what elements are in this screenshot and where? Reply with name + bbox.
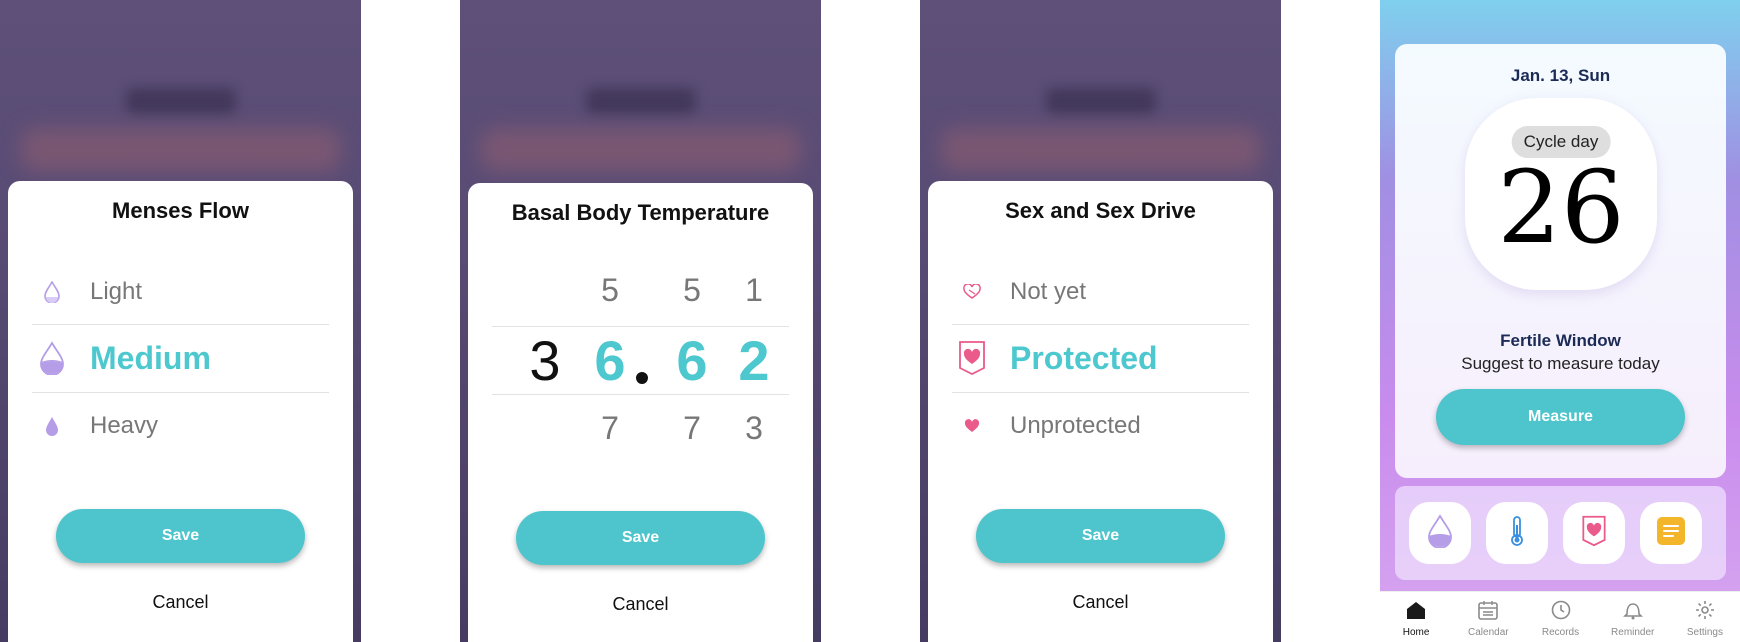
bottom-nav: Home Calendar Records Reminder Settings: [1380, 591, 1740, 642]
blurred-title: [125, 88, 236, 114]
option-label: Unprotected: [1010, 412, 1141, 439]
digit-below[interactable]: 7: [590, 410, 630, 447]
digit-above[interactable]: 1: [734, 272, 774, 309]
sheet-title: Menses Flow: [112, 198, 249, 223]
temperature-sheet: Basal Body Temperature 5 5 1 3 6 6 2 7 7…: [468, 183, 813, 642]
blurred-band: [20, 128, 341, 172]
heart-outline-icon: [952, 284, 992, 300]
nav-calendar[interactable]: Calendar: [1452, 592, 1524, 642]
sex-drive-sheet: Sex and Sex Drive Not yet Protected Unpr…: [928, 181, 1273, 642]
digit-selected[interactable]: 2: [734, 328, 774, 393]
option-label: Light: [90, 278, 143, 305]
nav-label: Settings: [1686, 627, 1723, 638]
sheet-title: Sex and Sex Drive: [1005, 198, 1196, 223]
shield-heart-icon: [952, 340, 992, 376]
menses-flow-screen: Menses Flow Light Medium Heavy Save Canc…: [0, 0, 361, 642]
digit-below[interactable]: 7: [672, 410, 712, 447]
menses-flow-sheet: Menses Flow Light Medium Heavy Save Canc…: [8, 181, 353, 642]
save-button[interactable]: Save: [516, 511, 765, 565]
digit-above[interactable]: 5: [590, 272, 630, 309]
cancel-button[interactable]: Cancel: [468, 594, 813, 615]
decimal-point: [636, 372, 648, 384]
option-protected[interactable]: Protected: [952, 326, 1249, 390]
gear-icon: [1694, 600, 1716, 625]
nav-records[interactable]: Records: [1524, 592, 1596, 642]
option-label: Medium: [90, 339, 211, 376]
blurred-title: [1045, 88, 1156, 114]
option-not-yet[interactable]: Not yet: [952, 260, 1249, 324]
digit-selected[interactable]: 6: [590, 328, 630, 393]
option-unprotected[interactable]: Unprotected: [952, 394, 1249, 458]
notes-icon: [1656, 516, 1686, 551]
clock-icon: [1550, 600, 1572, 625]
digit-selected[interactable]: 6: [672, 328, 712, 393]
measure-button[interactable]: Measure: [1436, 389, 1685, 445]
quick-notes-button[interactable]: [1640, 502, 1702, 564]
home-icon: [1405, 600, 1427, 625]
cancel-button[interactable]: Cancel: [928, 592, 1273, 613]
cycle-day-number: 26: [1497, 149, 1625, 266]
divider: [952, 324, 1249, 325]
option-label: Heavy: [90, 412, 159, 439]
quick-sex-button[interactable]: [1563, 502, 1625, 564]
bell-icon: [1622, 600, 1644, 625]
save-button[interactable]: Save: [56, 509, 305, 563]
cycle-day-dial[interactable]: Cycle day 26: [1465, 98, 1657, 290]
medium-drop-icon: [32, 341, 72, 375]
nav-settings[interactable]: Settings: [1669, 592, 1740, 642]
status-subtitle: Suggest to measure today: [1461, 354, 1660, 373]
digit-above[interactable]: 5: [672, 272, 712, 309]
option-label: Protected: [1010, 339, 1158, 376]
blurred-band: [480, 128, 801, 172]
divider: [952, 392, 1249, 393]
light-drop-icon: [32, 281, 72, 303]
save-button[interactable]: Save: [976, 509, 1225, 563]
date-label: Jan. 13, Sun: [1510, 66, 1611, 85]
option-light[interactable]: Light: [32, 260, 329, 324]
sheet-title: Basal Body Temperature: [511, 200, 770, 225]
temperature-screen: Basal Body Temperature 5 5 1 3 6 6 2 7 7…: [460, 0, 821, 642]
status-title: Fertile Window: [1500, 331, 1621, 350]
sex-drive-screen: Sex and Sex Drive Not yet Protected Unpr…: [920, 0, 1281, 642]
shield-heart-icon: [1581, 515, 1607, 552]
digit-fixed: 3: [529, 329, 561, 392]
heart-icon: [952, 419, 992, 433]
heavy-drop-icon: [32, 416, 72, 436]
digit-below[interactable]: 3: [734, 410, 774, 447]
option-heavy[interactable]: Heavy: [32, 394, 329, 458]
divider: [32, 324, 329, 325]
blurred-band: [940, 128, 1261, 172]
divider: [492, 326, 789, 327]
nav-label: Reminder: [1611, 627, 1655, 638]
divider: [32, 392, 329, 393]
quick-actions: [1395, 486, 1726, 580]
divider: [492, 394, 789, 395]
cancel-button[interactable]: Cancel: [8, 592, 353, 613]
blurred-title: [585, 88, 696, 114]
option-medium[interactable]: Medium: [32, 326, 329, 390]
calendar-icon: [1477, 600, 1499, 625]
nav-label: Home: [1402, 627, 1430, 638]
nav-home[interactable]: Home: [1380, 592, 1452, 642]
nav-label: Calendar: [1468, 627, 1509, 638]
nav-label: Records: [1541, 627, 1580, 638]
quick-temperature-button[interactable]: [1486, 502, 1548, 564]
menses-drop-icon: [1426, 513, 1454, 553]
option-label: Not yet: [1010, 278, 1087, 305]
quick-menses-button[interactable]: [1409, 502, 1471, 564]
nav-reminder[interactable]: Reminder: [1597, 592, 1669, 642]
thermometer-icon: [1508, 515, 1526, 552]
home-screen: Jan. 13, Sun Cycle day 26 Fertile Window…: [1380, 0, 1740, 642]
